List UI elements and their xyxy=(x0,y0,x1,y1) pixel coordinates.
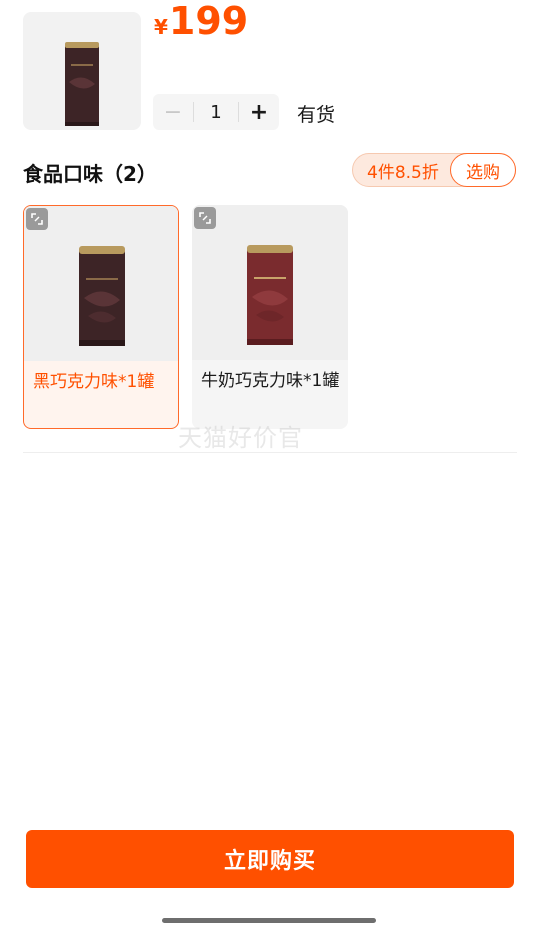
quantity-stepper: − 1 + xyxy=(153,94,279,130)
promo-select-button[interactable]: 选购 xyxy=(450,153,516,187)
price-amount: 199 xyxy=(168,0,249,43)
decrease-button[interactable]: − xyxy=(153,94,193,130)
option-image xyxy=(24,206,178,361)
expand-icon[interactable] xyxy=(26,208,48,230)
product-can-image xyxy=(79,246,125,346)
promo-badge: 4件8.5折 选购 xyxy=(352,153,516,187)
promo-text: 4件8.5折 xyxy=(367,162,439,183)
product-can-image xyxy=(65,42,99,126)
quantity-value[interactable]: 1 xyxy=(193,102,239,123)
divider xyxy=(23,452,517,453)
option-image xyxy=(192,205,348,360)
expand-icon[interactable] xyxy=(194,207,216,229)
product-thumbnail[interactable] xyxy=(23,12,141,130)
option-label: 黑巧克力味*1罐 xyxy=(33,372,155,392)
option-label: 牛奶巧克力味*1罐 xyxy=(201,371,340,391)
watermark: 天猫好价官 xyxy=(178,424,303,452)
product-can-image xyxy=(247,245,293,345)
currency-symbol: ¥ xyxy=(154,15,168,39)
stock-status: 有货 xyxy=(297,104,336,126)
flavor-option-milk-chocolate[interactable]: 牛奶巧克力味*1罐 xyxy=(192,205,348,429)
flavor-option-dark-chocolate[interactable]: 黑巧克力味*1罐 xyxy=(23,205,179,429)
home-indicator xyxy=(162,918,376,923)
section-title: 食品口味（2） xyxy=(23,162,157,186)
increase-button[interactable]: + xyxy=(239,94,279,130)
buy-now-button[interactable]: 立即购买 xyxy=(26,830,514,888)
price: ¥199 xyxy=(154,2,248,40)
